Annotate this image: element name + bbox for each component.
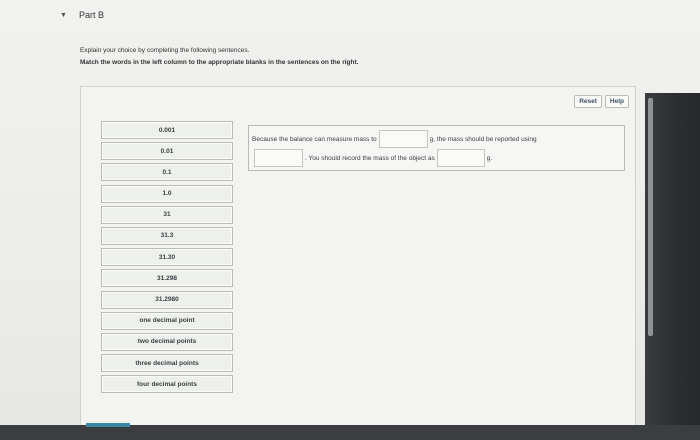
part-title: Part B bbox=[78, 10, 104, 20]
drop-blank-2[interactable] bbox=[254, 149, 303, 167]
instructions: Explain your choice by completing the fo… bbox=[80, 45, 358, 69]
page: ▼ Part B Explain your choice by completi… bbox=[0, 0, 700, 440]
word-tile[interactable]: 0.01 bbox=[101, 142, 233, 161]
reset-button[interactable]: Reset bbox=[574, 95, 602, 108]
word-tile[interactable]: 31 bbox=[101, 205, 233, 224]
tool-buttons: Reset Help bbox=[574, 95, 629, 108]
word-tile[interactable]: 0.1 bbox=[101, 163, 233, 182]
instruction-line-1: Explain your choice by completing the fo… bbox=[80, 47, 250, 54]
word-tile[interactable]: one decimal point bbox=[101, 311, 233, 330]
sentence-text: g. bbox=[486, 154, 493, 162]
instruction-line-2: Match the words in the left column to th… bbox=[80, 59, 359, 66]
word-tile[interactable]: three decimal points bbox=[101, 354, 233, 373]
collapse-caret-icon[interactable]: ▼ bbox=[60, 12, 67, 19]
monitor-edge-shadow bbox=[645, 93, 700, 440]
word-tile[interactable]: 31.30 bbox=[101, 248, 233, 267]
word-tile[interactable]: four decimal points bbox=[101, 375, 233, 394]
word-tile[interactable]: 31.298 bbox=[101, 269, 233, 288]
word-tile[interactable]: 1.0 bbox=[101, 184, 233, 203]
word-tile[interactable]: two decimal points bbox=[101, 332, 233, 351]
word-bank: 0.001 0.01 0.1 1.0 31 31.3 31.30 31.298 … bbox=[101, 121, 233, 396]
sentence-line-2: . You should record the mass of the obje… bbox=[252, 149, 492, 167]
drop-blank-1[interactable] bbox=[378, 130, 428, 148]
part-header[interactable]: ▼ Part B bbox=[60, 10, 104, 20]
sentence-line-1: Because the balance can measure mass to … bbox=[252, 130, 537, 148]
sentence-text: . You should record the mass of the obje… bbox=[305, 154, 435, 162]
word-tile[interactable]: 0.001 bbox=[101, 121, 233, 139]
bottom-bar bbox=[0, 425, 700, 440]
word-tile[interactable]: 31.3 bbox=[101, 226, 233, 245]
sentence-text: g, the mass should be reported using bbox=[429, 135, 537, 143]
vertical-scrollbar[interactable] bbox=[648, 98, 653, 336]
help-button[interactable]: Help bbox=[604, 95, 629, 108]
drop-blank-3[interactable] bbox=[436, 149, 485, 167]
bottom-accent-bar bbox=[86, 423, 130, 427]
sentence-text: Because the balance can measure mass to bbox=[252, 135, 377, 143]
word-tile[interactable]: 31.2980 bbox=[101, 290, 233, 309]
drag-drop-panel: Reset Help 0.001 0.01 0.1 1.0 31 31.3 31… bbox=[80, 86, 636, 436]
sentence-area: Because the balance can measure mass to … bbox=[248, 125, 625, 171]
